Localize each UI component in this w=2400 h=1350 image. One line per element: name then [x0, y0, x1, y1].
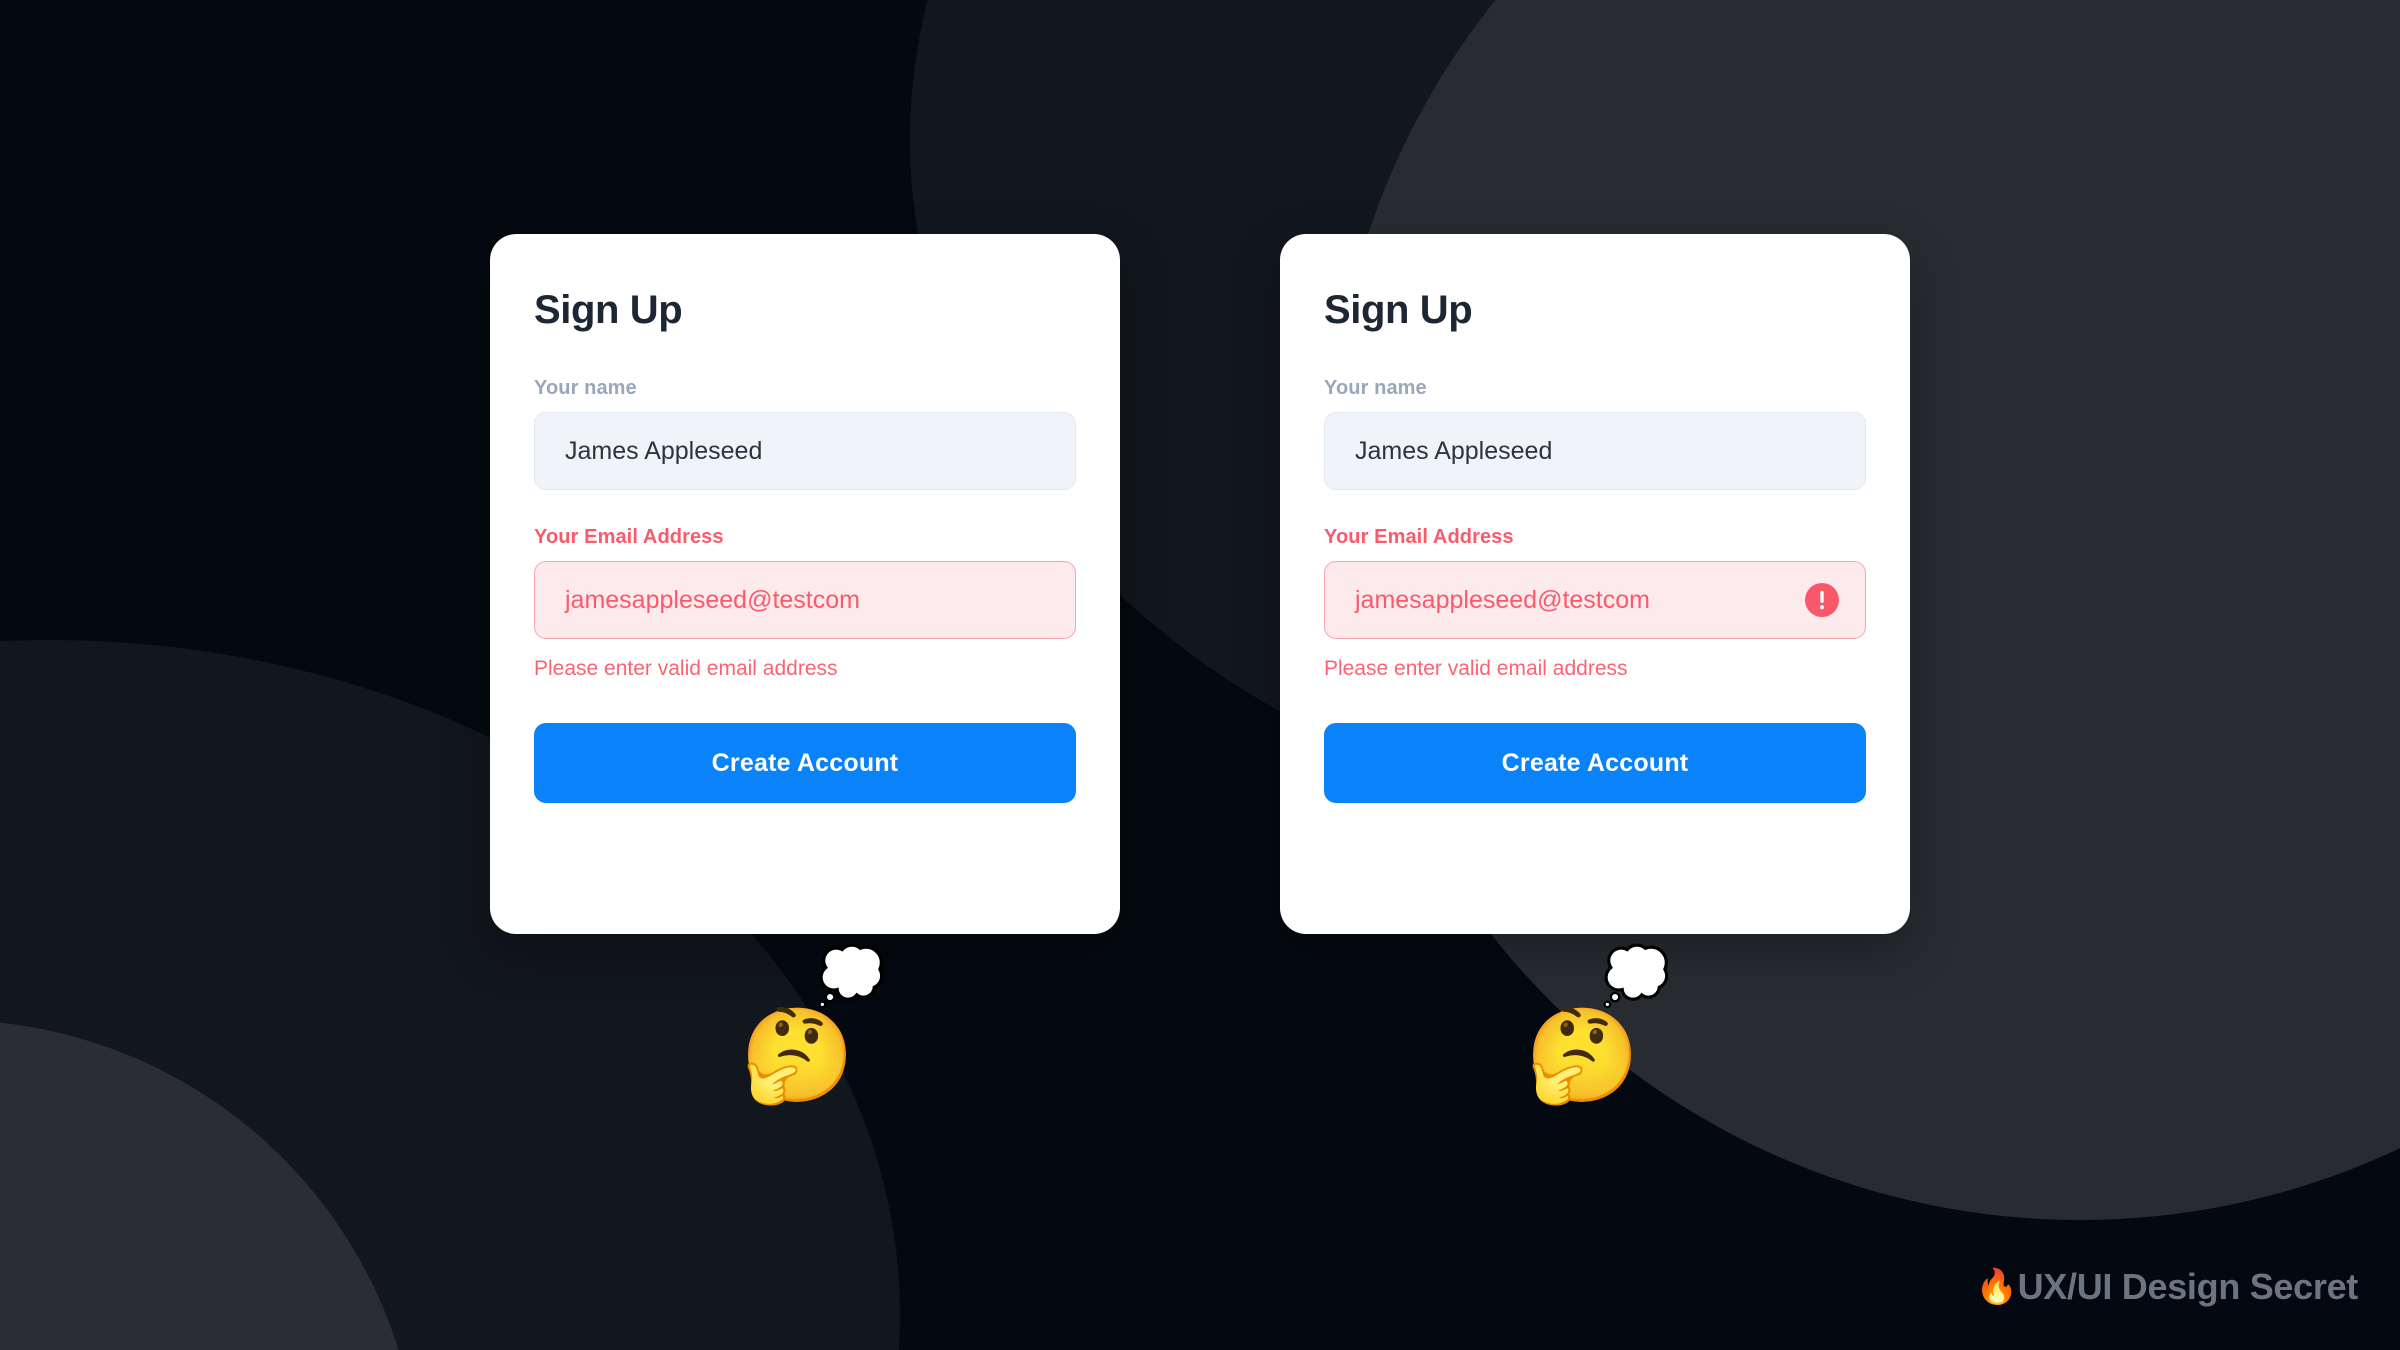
flame-icon: 🔥: [1975, 1268, 2018, 1306]
name-input[interactable]: James Appleseed: [534, 412, 1076, 490]
email-field-label: Your Email Address: [1324, 526, 1514, 548]
email-error-message: Please enter valid email address: [1324, 657, 1628, 680]
email-input-value: jamesappleseed@testcom: [1355, 585, 1650, 614]
email-field-label: Your Email Address: [534, 526, 724, 548]
create-account-button[interactable]: Create Account: [1324, 723, 1866, 803]
name-field-group: Your name James Appleseed: [534, 377, 1076, 490]
email-input[interactable]: jamesappleseed@testcom: [534, 561, 1076, 639]
thinking-face-icon: 🤔: [740, 1005, 855, 1107]
watermark-text: UX/UI Design Secret: [2017, 1266, 2359, 1307]
create-account-button[interactable]: Create Account: [534, 723, 1076, 803]
email-error-message: Please enter valid email address: [534, 657, 838, 680]
emoji-group-right: 🤔 💭: [1525, 948, 1671, 1107]
email-field-group: Your Email Address jamesappleseed@testco…: [534, 526, 1076, 681]
signup-card-right: Sign Up Your name James Appleseed Your E…: [1280, 234, 1910, 934]
thought-balloon-icon: 💭: [1601, 944, 1671, 1007]
name-field-label: Your name: [534, 377, 637, 399]
name-input-value: James Appleseed: [565, 436, 763, 465]
email-input-value: jamesappleseed@testcom: [565, 585, 860, 614]
email-input[interactable]: jamesappleseed@testcom: [1324, 561, 1866, 639]
watermark: 🔥 UX/UI Design Secret: [1975, 1266, 2359, 1308]
page-title: Sign Up: [1324, 288, 1473, 332]
error-exclamation-icon: [1805, 583, 1839, 617]
name-field-label: Your name: [1324, 377, 1427, 399]
emoji-group-left: 🤔 💭: [740, 948, 886, 1107]
cards-layer: Sign Up Your name James Appleseed Your E…: [0, 0, 2400, 1350]
signup-card-left: Sign Up Your name James Appleseed Your E…: [490, 234, 1120, 934]
screen-root: Sign Up Your name James Appleseed Your E…: [0, 0, 2400, 1350]
name-input-value: James Appleseed: [1355, 436, 1553, 465]
name-field-group: Your name James Appleseed: [1324, 377, 1866, 490]
thinking-face-icon: 🤔: [1525, 1005, 1640, 1107]
thought-balloon-icon: 💭: [816, 944, 886, 1007]
name-input[interactable]: James Appleseed: [1324, 412, 1866, 490]
page-title: Sign Up: [534, 288, 683, 332]
email-field-group: Your Email Address jamesappleseed@testco…: [1324, 526, 1866, 681]
